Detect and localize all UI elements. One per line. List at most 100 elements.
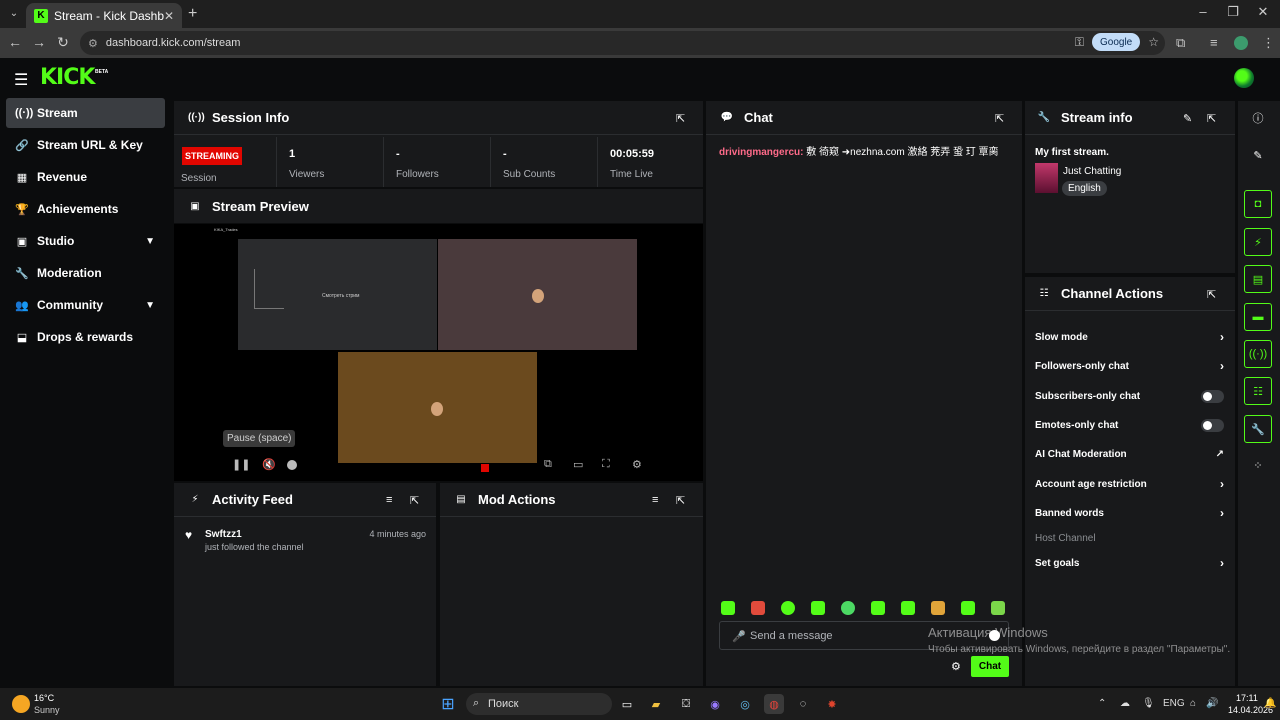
media-icon[interactable]: ≡ [1210,35,1218,50]
emote-icon[interactable] [991,601,1005,615]
popout-icon[interactable]: ⇱ [995,112,1004,125]
menu-icon[interactable]: ☰ [14,70,28,90]
emote-icon[interactable] [781,601,795,615]
fullscreen-icon[interactable]: ⛶ [602,458,610,471]
google-lens-button[interactable]: Google [1091,33,1141,51]
emote-icon[interactable] [841,601,855,615]
edit-pencil-icon[interactable]: ✎ [1244,141,1272,169]
start-windows-icon[interactable]: ⊞ [438,694,458,714]
action-slow-mode[interactable]: Slow mode › [1035,327,1224,347]
profile-avatar[interactable] [1234,36,1248,50]
emote-icon[interactable] [811,601,825,615]
password-key-icon[interactable]: ⚿ [1075,35,1084,50]
info-icon[interactable]: ⓘ [1244,104,1272,132]
browser-tab[interactable]: K Stream - Kick Dashboard ✕ [26,3,182,28]
filter-icon[interactable]: ≡ [652,494,658,506]
filter-icon[interactable]: ≡ [386,494,392,506]
list-icon[interactable]: ☷ [1244,377,1272,405]
extensions-icon[interactable]: ⧉ [1176,35,1185,51]
chrome-menu-icon[interactable]: ⋮ [1262,35,1275,51]
chat-username[interactable]: drivingmangercu: [719,147,803,158]
popout-icon[interactable]: ⇱ [676,494,685,507]
language-indicator[interactable]: ENG [1163,698,1185,709]
popout-icon[interactable]: ⇱ [1207,112,1216,125]
subscribers-only-toggle[interactable] [1201,390,1224,403]
action-account-age-restriction[interactable]: Account age restriction › [1035,474,1224,494]
obs-icon[interactable]: ◌ [793,694,813,714]
chat-send-button[interactable]: Chat [971,656,1009,677]
pip-icon[interactable]: ⧉ [544,458,552,471]
sidebar-item-revenue[interactable]: ▦ Revenue [6,162,165,192]
theater-icon[interactable]: ▭ [573,458,583,471]
chat-settings-icon[interactable]: ⚙ [951,660,961,673]
weather-sun-icon[interactable] [12,695,30,713]
volume-icon[interactable]: 🔊 [1206,698,1218,709]
emotes-only-toggle[interactable] [1201,419,1224,432]
kick-logo[interactable]: KICK [40,65,95,90]
task-view-icon[interactable]: ▭ [617,694,637,714]
sidebar-item-stream-url-key[interactable]: 🔗 Stream URL & Key [6,130,165,160]
stream-category[interactable]: Just Chatting [1063,166,1121,177]
maximize-icon[interactable]: ❐ [1218,4,1248,20]
emote-icon[interactable] [721,601,735,615]
volume-knob[interactable] [287,460,297,470]
action-subscribers-only-chat: Subscribers-only chat [1035,386,1224,406]
new-tab-icon[interactable]: + [188,5,197,23]
emote-icon[interactable] [961,601,975,615]
pause-icon[interactable]: ❚❚ [232,458,250,471]
address-bar[interactable]: ⚙ dashboard.kick.com/stream ⚿ Google ☆ [80,31,1165,55]
emote-icon[interactable] [931,601,945,615]
sidebar-item-drops-rewards[interactable]: ⬓ Drops & rewards [6,322,165,352]
mic-tray-icon[interactable]: 🎙 [1142,698,1155,709]
popout-icon[interactable]: ⇱ [1207,288,1216,301]
file-explorer-icon[interactable]: ▰ [646,694,666,714]
emote-icon[interactable] [871,601,885,615]
onedrive-icon[interactable]: ☁ [1120,698,1130,709]
settings-gear-icon[interactable]: ⚙ [632,458,642,471]
popout-icon[interactable]: ⇱ [410,494,419,507]
sidebar-item-stream[interactable]: ((·)) Stream [6,98,165,128]
app-icon[interactable]: ✸ [822,694,842,714]
tab-search-icon[interactable]: ⌄ [6,6,22,22]
close-tab-icon[interactable]: ✕ [164,9,174,23]
bookmark-star-icon[interactable]: ☆ [1148,35,1159,49]
action-ai-chat-moderation[interactable]: AI Chat Moderation ↗ [1035,444,1224,464]
emote-icon[interactable] [901,601,915,615]
sidebar-item-studio[interactable]: ▣ Studio ▼ [6,226,165,256]
sidebar-item-achievements[interactable]: 🏆 Achievements [6,194,165,224]
broadcast-icon[interactable]: ((·)) [1244,340,1272,368]
reload-icon[interactable]: ↻ [54,34,72,51]
microphone-icon[interactable]: 🎤 [732,630,746,643]
chrome-icon[interactable]: ◍ [764,694,784,714]
chat-bubble-icon[interactable]: ▬ [1244,303,1272,331]
back-icon[interactable]: ← [6,34,24,50]
action-set-goals[interactable]: Set goals › [1035,553,1224,573]
popout-icon[interactable]: ⇱ [676,112,685,125]
edit-pencil-icon[interactable]: ✎ [1183,112,1192,125]
dots-icon[interactable]: ⁘ [1244,451,1272,479]
wrench-icon[interactable]: 🔧 [1244,415,1272,443]
forward-icon[interactable]: → [30,34,48,50]
lightning-icon[interactable]: ⚡ [1244,228,1272,256]
taskbar-search[interactable]: ⌕ Поиск [466,693,612,715]
action-followers-only-chat[interactable]: Followers-only chat › [1035,356,1224,376]
tray-chevron-icon[interactable]: ⌃ [1098,698,1106,709]
site-info-icon[interactable]: ⚙ [88,37,98,50]
sidebar-item-moderation[interactable]: 🔧 Moderation [6,258,165,288]
store-icon[interactable]: ⛋ [676,694,696,714]
action-banned-words[interactable]: Banned words › [1035,503,1224,523]
steam-icon[interactable]: ◎ [735,694,755,714]
stream-preview-video[interactable]: KIKA_Trades Смотреть стрим Pause (space)… [174,224,703,481]
discord-icon[interactable]: ◉ [705,694,725,714]
sidebar-item-community[interactable]: 👥 Community ▼ [6,290,165,320]
notification-icon[interactable]: 🔔 [1264,698,1276,709]
network-icon[interactable]: ⌂ [1190,698,1196,709]
user-avatar[interactable] [1234,68,1254,88]
window-close-icon[interactable]: ✕ [1248,4,1278,20]
emote-icon[interactable] [751,601,765,615]
screenshot-icon[interactable]: ◘ [1244,190,1272,218]
clock-time[interactable]: 17:11 [1236,693,1258,703]
minimize-icon[interactable]: – [1188,4,1218,19]
mute-icon[interactable]: 🔇 [262,458,276,471]
document-icon[interactable]: ▤ [1244,265,1272,293]
